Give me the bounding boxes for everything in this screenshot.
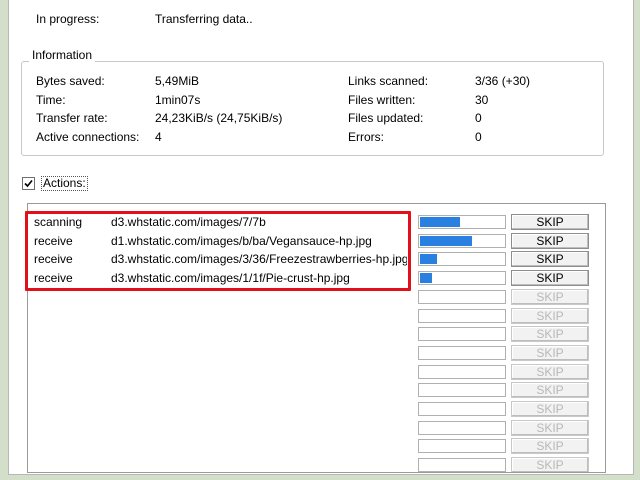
time-value: 1min07s bbox=[155, 93, 201, 107]
progress-bar bbox=[418, 252, 506, 266]
skip-button[interactable]: SKIP bbox=[511, 251, 589, 267]
progress-bar bbox=[418, 421, 506, 435]
idle-row: SKIP bbox=[28, 400, 605, 418]
progress-bar bbox=[418, 458, 506, 472]
progress-fill bbox=[420, 217, 460, 227]
bytes-saved-value: 5,49MiB bbox=[155, 74, 200, 88]
idle-row: SKIP bbox=[28, 381, 605, 399]
idle-row: SKIP bbox=[28, 419, 605, 437]
skip-button: SKIP bbox=[511, 289, 589, 305]
progress-bar bbox=[418, 215, 506, 229]
idle-row: SKIP bbox=[28, 307, 605, 325]
links-scanned-label: Links scanned: bbox=[348, 74, 429, 88]
skip-button: SKIP bbox=[511, 401, 589, 417]
checkmark-icon bbox=[24, 179, 33, 188]
links-scanned-value: 3/36 (+30) bbox=[475, 74, 531, 88]
idle-row: SKIP bbox=[28, 325, 605, 343]
highlight-box bbox=[25, 211, 411, 291]
errors-label: Errors: bbox=[348, 130, 384, 144]
progress-fill bbox=[420, 273, 432, 283]
status-label: In progress: bbox=[36, 12, 100, 26]
idle-row: SKIP bbox=[28, 363, 605, 381]
time-label: Time: bbox=[36, 93, 66, 107]
progress-bar bbox=[418, 271, 506, 285]
files-written-label: Files written: bbox=[348, 93, 416, 107]
skip-button[interactable]: SKIP bbox=[511, 233, 589, 249]
progress-bar bbox=[418, 383, 506, 397]
transfer-rate-label: Transfer rate: bbox=[36, 111, 108, 125]
progress-bar bbox=[418, 309, 506, 323]
skip-button: SKIP bbox=[511, 364, 589, 380]
transfer-rate-value: 24,23KiB/s (24,75KiB/s) bbox=[155, 111, 283, 125]
active-connections-value: 4 bbox=[155, 130, 162, 144]
progress-fill bbox=[420, 236, 472, 246]
actions-label[interactable]: Actions: bbox=[41, 176, 88, 191]
progress-bar bbox=[418, 402, 506, 416]
progress-bar bbox=[418, 234, 506, 248]
errors-value: 0 bbox=[475, 130, 482, 144]
actions-checkbox[interactable] bbox=[22, 177, 35, 190]
skip-button: SKIP bbox=[511, 457, 589, 472]
bytes-saved-label: Bytes saved: bbox=[36, 74, 105, 88]
skip-button: SKIP bbox=[511, 420, 589, 436]
progress-bar bbox=[418, 327, 506, 341]
progress-bar bbox=[418, 290, 506, 304]
active-connections-label: Active connections: bbox=[36, 130, 140, 144]
files-updated-label: Files updated: bbox=[348, 111, 424, 125]
skip-button: SKIP bbox=[511, 345, 589, 361]
progress-fill bbox=[420, 254, 437, 264]
skip-button: SKIP bbox=[511, 326, 589, 342]
skip-button[interactable]: SKIP bbox=[511, 270, 589, 286]
skip-button[interactable]: SKIP bbox=[511, 214, 589, 230]
skip-button: SKIP bbox=[511, 382, 589, 398]
idle-row: SKIP bbox=[28, 437, 605, 455]
skip-button: SKIP bbox=[511, 438, 589, 454]
progress-bar bbox=[418, 346, 506, 360]
information-legend: Information bbox=[29, 48, 96, 62]
files-updated-value: 0 bbox=[475, 111, 482, 125]
progress-bar bbox=[418, 439, 506, 453]
status-value: Transferring data.. bbox=[155, 12, 253, 26]
idle-row: SKIP bbox=[28, 456, 605, 472]
skip-button: SKIP bbox=[511, 308, 589, 324]
progress-bar bbox=[418, 365, 506, 379]
files-written-value: 30 bbox=[475, 93, 489, 107]
idle-row: SKIP bbox=[28, 344, 605, 362]
